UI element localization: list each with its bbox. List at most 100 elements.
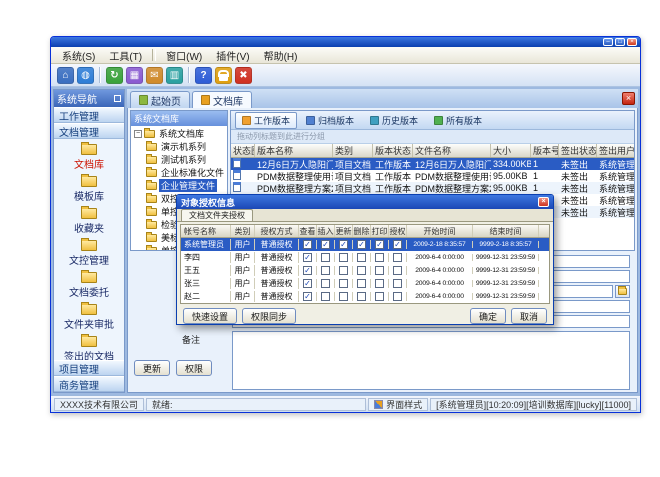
refresh-icon[interactable]: ↻ bbox=[106, 67, 123, 84]
auth-column-header[interactable]: 更新 bbox=[335, 225, 353, 237]
checkbox-icon[interactable]: ✓ bbox=[339, 240, 348, 249]
checkbox-icon[interactable] bbox=[375, 292, 384, 301]
version-tab-1[interactable]: 工作版本 bbox=[235, 112, 297, 129]
sidebar-item-4[interactable]: 文控管理 bbox=[54, 238, 124, 270]
authorization-row[interactable]: 李四用户普通授权✓2009-6-4 0:00:009999-12-31 23:5… bbox=[181, 251, 549, 264]
maximize-icon[interactable]: □ bbox=[615, 38, 625, 46]
checkbox-icon[interactable]: ✓ bbox=[375, 240, 384, 249]
sidebar-group-1[interactable]: 工作管理 bbox=[54, 107, 124, 123]
authorization-row[interactable]: 张三用户普通授权✓2009-6-4 0:00:009999-12-31 23:5… bbox=[181, 277, 549, 290]
checkbox-icon[interactable] bbox=[321, 279, 330, 288]
table-row[interactable]: PDM数据整理使用说..项目文档工作版本PDM数据整理使用说.doc95.00K… bbox=[231, 170, 634, 182]
auth-column-header[interactable]: 删除 bbox=[353, 225, 371, 237]
column-header[interactable]: 版本状态 bbox=[373, 144, 413, 157]
window-titlebar[interactable]: – □ × bbox=[51, 37, 640, 47]
column-header[interactable]: 类别 bbox=[333, 144, 373, 157]
checkbox-icon[interactable] bbox=[393, 266, 402, 275]
apps-icon[interactable]: ▦ bbox=[126, 67, 143, 84]
checkbox-icon[interactable] bbox=[321, 292, 330, 301]
checkbox-icon[interactable]: ✓ bbox=[303, 292, 312, 301]
ui-style-cell[interactable]: 界面样式 bbox=[368, 398, 428, 411]
close-tab-icon[interactable]: × bbox=[622, 92, 635, 105]
dialog-titlebar[interactable]: 对象授权信息 × bbox=[177, 195, 553, 209]
close-icon[interactable]: × bbox=[627, 38, 637, 46]
tree-node-4[interactable]: 企业标准化文件 bbox=[131, 166, 227, 179]
quick-setup-button[interactable]: 快速设置 bbox=[183, 308, 237, 324]
column-header[interactable]: 版本名称 bbox=[255, 144, 333, 157]
checkbox-icon[interactable]: ✓ bbox=[303, 266, 312, 275]
tab-folder-authorization[interactable]: 文档文件夹授权 bbox=[181, 209, 253, 221]
authorization-row[interactable]: 赵二用户普通授权✓2009-6-4 0:00:009999-12-31 23:5… bbox=[181, 290, 549, 303]
menu-item-4[interactable]: 插件(V) bbox=[209, 47, 256, 64]
auth-column-header[interactable]: 开始时间 bbox=[407, 225, 473, 237]
mail-icon[interactable]: ✉ bbox=[146, 67, 163, 84]
exit-icon[interactable]: ✖ bbox=[235, 67, 252, 84]
sidebar-item-2[interactable]: 模板库 bbox=[54, 174, 124, 206]
dialog-close-icon[interactable]: × bbox=[538, 197, 549, 207]
checkbox-icon[interactable] bbox=[375, 279, 384, 288]
checkbox-icon[interactable] bbox=[357, 266, 366, 275]
version-tab-4[interactable]: 所有版本 bbox=[427, 112, 489, 129]
version-tab-2[interactable]: 归档版本 bbox=[299, 112, 361, 129]
column-header[interactable]: 大小 bbox=[491, 144, 531, 157]
auth-column-header[interactable]: 授权方式 bbox=[255, 225, 299, 237]
checkbox-icon[interactable] bbox=[393, 292, 402, 301]
tab-2[interactable]: 文档库 bbox=[192, 91, 252, 108]
table-row[interactable]: PDM数据整理方案2.doc项目文档工作版本PDM数据整理方案2.doc95.0… bbox=[231, 182, 634, 194]
checkbox-icon[interactable] bbox=[357, 253, 366, 262]
sidebar-item-1[interactable]: 文档库 bbox=[54, 142, 124, 174]
table-row[interactable]: 12月6日万人隐阳门..项目文档工作版本12月6日万人隐阳门..334.00KB… bbox=[231, 158, 634, 170]
menu-item-2[interactable]: 工具(T) bbox=[102, 47, 149, 64]
tab-1[interactable]: 起始页 bbox=[130, 91, 190, 108]
checkbox-icon[interactable] bbox=[321, 266, 330, 275]
menu-item-5[interactable]: 帮助(H) bbox=[257, 47, 305, 64]
pin-icon[interactable] bbox=[114, 95, 121, 102]
tree-node-3[interactable]: 测试机系列 bbox=[131, 153, 227, 166]
column-header[interactable]: 签出用户 bbox=[597, 144, 634, 157]
menu-item-1[interactable]: 系统(S) bbox=[55, 47, 102, 64]
cancel-button[interactable]: 取消 bbox=[511, 308, 547, 324]
group-by-bar[interactable]: 拖动列标题到此进行分组 bbox=[231, 130, 634, 144]
checkbox-icon[interactable] bbox=[393, 253, 402, 262]
version-tab-3[interactable]: 历史版本 bbox=[363, 112, 425, 129]
globe-icon[interactable]: ◍ bbox=[77, 67, 94, 84]
update-button[interactable]: 更新 bbox=[134, 360, 170, 376]
home-icon[interactable]: ⌂ bbox=[57, 67, 74, 84]
column-header[interactable]: 版本号 bbox=[531, 144, 559, 157]
ok-button[interactable]: 确定 bbox=[470, 308, 506, 324]
auth-column-header[interactable]: 授权 bbox=[389, 225, 407, 237]
browse-button[interactable] bbox=[615, 285, 630, 298]
column-header[interactable]: 文件名称 bbox=[413, 144, 491, 157]
collapse-icon[interactable]: − bbox=[134, 130, 142, 138]
auth-column-header[interactable]: 插入 bbox=[317, 225, 335, 237]
auth-column-header[interactable]: 帐号名称 bbox=[181, 225, 231, 237]
chart-icon[interactable]: ▥ bbox=[166, 67, 183, 84]
auth-column-header[interactable]: 类别 bbox=[231, 225, 255, 237]
checkbox-icon[interactable] bbox=[321, 253, 330, 262]
lock-icon[interactable] bbox=[215, 67, 232, 84]
sidebar-bottom-group-2[interactable]: 商务管理 bbox=[54, 376, 124, 392]
sidebar-item-6[interactable]: 文件夹审批 bbox=[54, 302, 124, 334]
column-header[interactable]: 状态图 bbox=[231, 144, 255, 157]
checkbox-icon[interactable]: ✓ bbox=[357, 240, 366, 249]
auth-column-header[interactable]: 结束时间 bbox=[473, 225, 539, 237]
tree-node-1[interactable]: −系统文档库 bbox=[131, 127, 227, 140]
sidebar-bottom-group-1[interactable]: 项目管理 bbox=[54, 360, 124, 376]
auth-column-header[interactable]: 打印 bbox=[371, 225, 389, 237]
checkbox-icon[interactable] bbox=[357, 292, 366, 301]
checkbox-icon[interactable] bbox=[339, 266, 348, 275]
tree-node-5[interactable]: 企业管理文件 bbox=[131, 179, 227, 192]
authorization-row[interactable]: 王五用户普通授权✓2009-6-4 0:00:009999-12-31 23:5… bbox=[181, 264, 549, 277]
permission-sync-button[interactable]: 权限同步 bbox=[242, 308, 296, 324]
auth-column-header[interactable]: 查看 bbox=[299, 225, 317, 237]
tree-node-2[interactable]: 演示机系列 bbox=[131, 140, 227, 153]
authorization-row[interactable]: 系统管理员用户普通授权✓✓✓✓✓✓2009-2-18 8:35:579999-2… bbox=[181, 238, 549, 251]
checkbox-icon[interactable] bbox=[375, 253, 384, 262]
menu-item-3[interactable]: 窗口(W) bbox=[159, 47, 209, 64]
sidebar-item-7[interactable]: 签出的文档 bbox=[54, 334, 124, 360]
column-header[interactable]: 签出状态 bbox=[559, 144, 597, 157]
checkbox-icon[interactable]: ✓ bbox=[303, 279, 312, 288]
permission-button[interactable]: 权限 bbox=[176, 360, 212, 376]
sidebar-item-3[interactable]: 收藏夹 bbox=[54, 206, 124, 238]
checkbox-icon[interactable]: ✓ bbox=[321, 240, 330, 249]
